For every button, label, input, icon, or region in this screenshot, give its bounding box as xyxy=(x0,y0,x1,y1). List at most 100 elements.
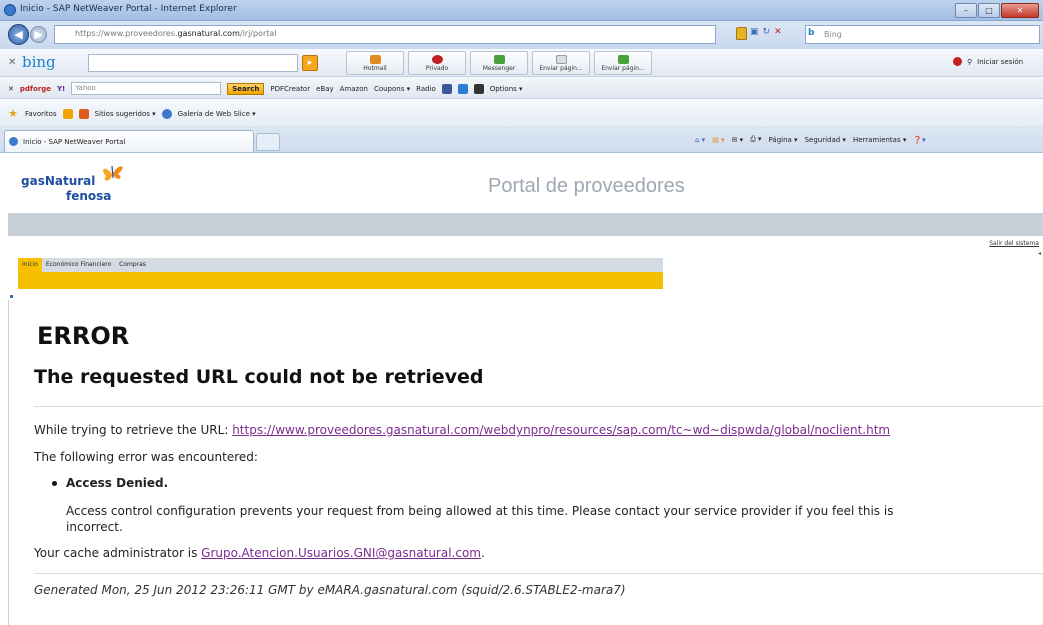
stop-icon[interactable]: ✕ xyxy=(774,27,782,37)
suggested-sites-icon xyxy=(78,108,89,119)
help-icon[interactable]: ❓▾ xyxy=(913,136,925,144)
radio-link[interactable]: Radio xyxy=(416,85,436,93)
bing-signin-area: ⚲ Iniciar sesión xyxy=(953,57,1023,66)
tab-active[interactable]: Inicio - SAP NetWeaver Portal xyxy=(4,130,254,152)
window-controls: – □ ✕ xyxy=(954,2,1039,18)
private-icon xyxy=(431,55,443,64)
favorites-row: ★ Favoritos Sitios sugeridos ▾ Galería d… xyxy=(8,108,256,119)
url-domain: gasnatural.com xyxy=(177,29,240,38)
bing-search-input[interactable] xyxy=(88,54,298,72)
admin-prefix: Your cache administrator is xyxy=(34,546,202,560)
retrieve-prefix: While trying to retrieve the URL: xyxy=(34,423,233,437)
mail-icon[interactable]: ✉ ▾ xyxy=(732,136,744,144)
yahoo-search-button[interactable]: Search xyxy=(227,82,265,95)
window-title: Inicio - SAP NetWeaver Portal - Internet… xyxy=(20,4,237,14)
messenger-button[interactable]: Messenger xyxy=(470,51,528,75)
portal-grey-bar xyxy=(8,213,1043,236)
command-bar: ⌂ ▾ ▤ ▾ ✉ ▾ ⎙ ▾ Página ▾ Seguridad ▾ Her… xyxy=(695,135,926,144)
error-description-line2: incorrect. xyxy=(66,520,123,534)
logo-text-fenosa: fenosa xyxy=(66,189,112,203)
hotmail-button[interactable]: Hotmail xyxy=(346,51,404,75)
private-button[interactable]: Privado xyxy=(408,51,466,75)
bullet-icon xyxy=(52,481,57,486)
home-icon[interactable]: ⌂ ▾ xyxy=(695,136,705,144)
favorites-button[interactable]: Favoritos xyxy=(25,110,57,118)
close-toolbar-icon[interactable]: ✕ xyxy=(8,57,16,68)
menu-item-economico[interactable]: Económico Financiero xyxy=(42,258,115,272)
close-toolbar-icon[interactable]: ✕ xyxy=(8,85,14,93)
app-icon[interactable] xyxy=(473,83,484,94)
page-icon xyxy=(555,55,567,64)
generated-footer: Generated Mon, 25 Jun 2012 23:26:11 GMT … xyxy=(34,583,626,597)
butterfly-logo-icon xyxy=(103,165,123,181)
user-icon: ⚲ xyxy=(967,57,973,66)
retrieve-line: While trying to retrieve the URL: https:… xyxy=(34,423,890,437)
search-input[interactable]: Bing xyxy=(805,25,1040,44)
amazon-link[interactable]: Amazon xyxy=(340,85,368,93)
retrieve-url-link[interactable]: https://www.proveedores.gasnatural.com/w… xyxy=(232,423,890,437)
coupons-link[interactable]: Coupons ▾ xyxy=(374,85,410,93)
bing-search-button[interactable]: ▸ xyxy=(302,55,318,71)
yahoo-toolbar: ✕ pdforge Y! Yahoo Search PDFCreator eBa… xyxy=(0,77,1043,99)
tools-menu[interactable]: Herramientas ▾ xyxy=(853,136,906,144)
feeds-icon[interactable]: ▤ ▾ xyxy=(712,136,724,144)
forward-button[interactable]: ▶ xyxy=(30,26,47,43)
error-description-line1: Access control configuration prevents yo… xyxy=(66,504,894,518)
web-slice-icon xyxy=(161,108,172,119)
favorites-bar: ★ Favoritos Sitios sugeridos ▾ Galería d… xyxy=(0,99,1043,126)
minimize-button[interactable]: – xyxy=(955,2,977,18)
send-page-button[interactable]: Enviar págin... xyxy=(532,51,590,75)
back-button[interactable]: ◀ xyxy=(8,24,29,45)
maximize-button[interactable]: □ xyxy=(978,2,1000,18)
print-icon[interactable]: ⎙ ▾ xyxy=(750,135,761,144)
new-tab-button[interactable] xyxy=(256,133,280,151)
send-page-button-2[interactable]: Enviar págin... xyxy=(594,51,652,75)
address-input[interactable]: https://www.proveedores.gasnatural.com/i… xyxy=(54,25,716,44)
add-favorite-icon[interactable] xyxy=(62,108,73,119)
logo-text-gasnatural: gasNatural xyxy=(21,174,96,188)
menu-item-inicio[interactable]: Inicio xyxy=(18,258,42,272)
address-tools: ▣ ↻ ✕ xyxy=(750,27,782,37)
facebook-icon[interactable] xyxy=(441,83,452,94)
lock-icon[interactable] xyxy=(736,27,747,40)
hotmail-icon xyxy=(369,55,381,64)
bing-logo: bing xyxy=(22,53,56,71)
menu-item-compras[interactable]: Compras xyxy=(115,258,150,272)
error-heading: ERROR xyxy=(37,322,130,350)
page-menu[interactable]: Página ▾ xyxy=(769,136,798,144)
ebay-link[interactable]: eBay xyxy=(316,85,334,93)
pdforge-logo: pdforge xyxy=(19,84,51,93)
alert-icon[interactable] xyxy=(953,57,962,66)
admin-line: Your cache administrator is Grupo.Atenci… xyxy=(34,546,485,560)
yahoo-toolbar-row: ✕ pdforge Y! Yahoo Search PDFCreator eBa… xyxy=(8,82,523,95)
close-button[interactable]: ✕ xyxy=(1001,2,1039,18)
yahoo-search-input[interactable]: Yahoo xyxy=(71,82,222,95)
twitter-icon[interactable] xyxy=(457,83,468,94)
address-toolbar: ◀ ▶ https://www.proveedores.gasnatural.c… xyxy=(0,21,1043,49)
tab-bar: Inicio - SAP NetWeaver Portal ⌂ ▾ ▤ ▾ ✉ … xyxy=(0,126,1043,153)
frame-marker xyxy=(10,295,13,298)
signin-link[interactable]: Iniciar sesión xyxy=(977,58,1023,66)
compat-view-icon[interactable]: ▣ xyxy=(750,27,759,37)
options-menu[interactable]: Options ▾ xyxy=(490,85,523,93)
window-title-bar[interactable]: Inicio - SAP NetWeaver Portal - Internet… xyxy=(0,0,1043,21)
yahoo-logo-icon: Y! xyxy=(56,84,66,93)
security-menu[interactable]: Seguridad ▾ xyxy=(805,136,846,144)
refresh-icon[interactable]: ↻ xyxy=(763,27,771,37)
logout-link[interactable]: Salir del sistema xyxy=(989,240,1039,247)
admin-email-link[interactable]: Grupo.Atencion.Usuarios.GNI@gasnatural.c… xyxy=(201,546,481,560)
url-suffix: /irj/portal xyxy=(239,29,277,38)
portal-menu-bar: Inicio Económico Financiero Compras xyxy=(18,258,663,272)
encountered-text: The following error was encountered: xyxy=(34,450,258,464)
favorites-star-icon[interactable]: ★ xyxy=(8,108,19,119)
url-prefix: https://www.proveedores. xyxy=(75,29,178,38)
error-title: Access Denied. xyxy=(66,476,169,490)
expand-arrow-icon[interactable]: ◂ xyxy=(1038,250,1041,257)
web-slice-gallery-link[interactable]: Galería de Web Slice ▾ xyxy=(178,110,256,118)
ie-logo-icon xyxy=(4,4,16,16)
portal-submenu-bar xyxy=(18,272,663,289)
portal-menu: Inicio Económico Financiero Compras xyxy=(18,258,150,272)
pdfcreator-link[interactable]: PDFCreator xyxy=(270,85,310,93)
suggested-sites-link[interactable]: Sitios sugeridos ▾ xyxy=(95,110,156,118)
portal-title: Portal de proveedores xyxy=(488,175,685,197)
